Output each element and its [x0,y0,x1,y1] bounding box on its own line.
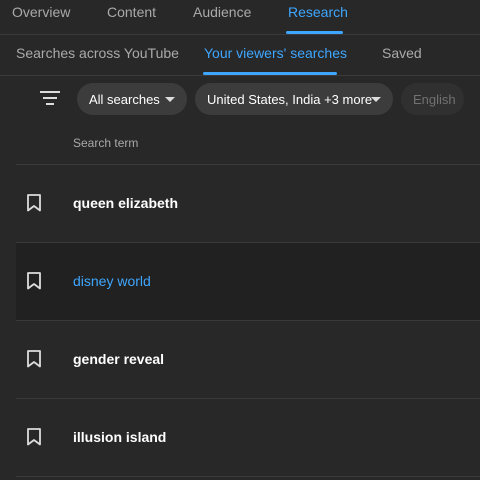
bookmark-icon[interactable] [27,194,41,212]
search-term: queen elizabeth [73,195,179,211]
search-term[interactable]: disney world [73,273,151,289]
table-row[interactable]: illusion island [16,399,480,477]
tab-overview[interactable]: Overview [12,4,70,20]
subtab-saved[interactable]: Saved [382,45,422,61]
table-row[interactable]: disney world [16,243,480,321]
search-term-column-header: Search term [73,136,139,150]
subtab-searches-across-youtube[interactable]: Searches across YouTube [16,45,179,61]
table-row[interactable]: queen elizabeth [16,165,480,243]
search-term: gender reveal [73,351,165,367]
tab-research[interactable]: Research [288,4,348,20]
chevron-down-icon [371,97,381,102]
all-searches-dropdown[interactable]: All searches [77,83,187,115]
chevron-down-icon [165,97,175,102]
analytics-tabs: Overview Content Audience Research [0,0,480,35]
tab-content[interactable]: Content [107,4,156,20]
tab-audience[interactable]: Audience [193,4,251,20]
language-chip[interactable]: English [401,83,464,115]
country-label: United States, India +3 more [207,91,373,107]
search-term: illusion island [73,429,167,445]
subtab-your-viewers-searches[interactable]: Your viewers' searches [204,45,347,61]
all-searches-label: All searches [89,91,160,107]
table-header: Search term [16,122,480,165]
table-row[interactable]: gender reveal [16,321,480,399]
bookmark-icon[interactable] [27,428,41,446]
language-label: English [413,91,456,107]
filter-icon[interactable] [40,89,60,107]
research-subtabs: Searches across YouTube Your viewers' se… [0,35,480,76]
active-subtab-indicator [203,72,337,75]
country-dropdown[interactable]: United States, India +3 more [195,83,393,115]
active-tab-indicator [286,31,343,34]
bookmark-icon[interactable] [27,272,41,290]
bookmark-icon[interactable] [27,350,41,368]
